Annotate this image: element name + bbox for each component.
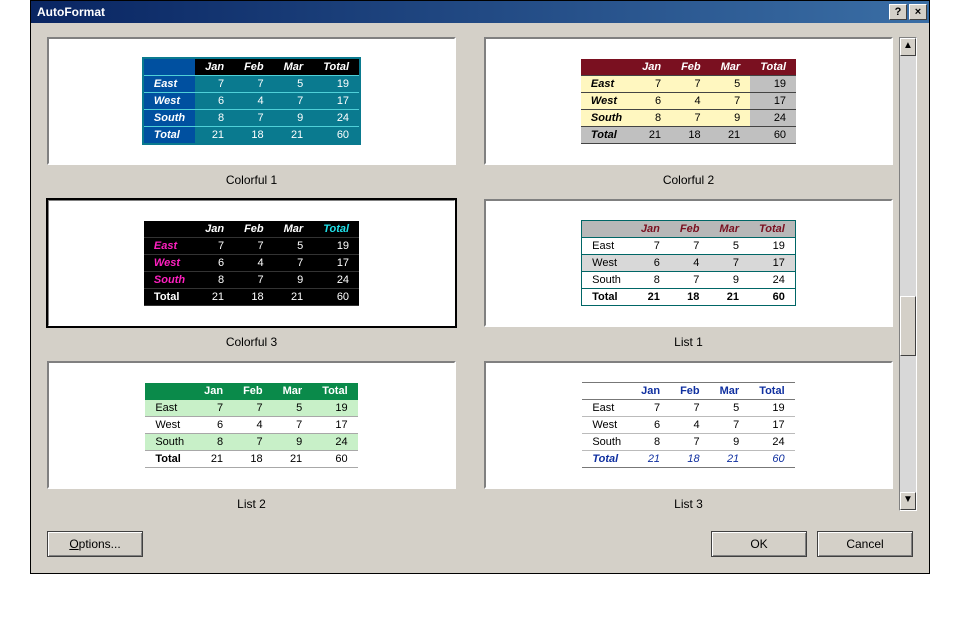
sample-label: Colorful 2: [663, 173, 714, 187]
sample-label: Colorful 3: [226, 335, 277, 349]
sample-preview[interactable]: JanFebMarTotalEast77519West64717South879…: [484, 37, 893, 165]
scroll-track[interactable]: [900, 56, 916, 492]
sample-label: List 1: [674, 335, 703, 349]
sample-colorful3[interactable]: JanFebMarTotalEast77519West64717South879…: [47, 199, 456, 349]
options-button[interactable]: Options...: [47, 531, 143, 557]
sample-preview[interactable]: JanFebMarTotalEast77519West64717South879…: [47, 37, 456, 165]
sample-list3[interactable]: JanFebMarTotalEast77519West64717South879…: [484, 361, 893, 511]
scroll-thumb[interactable]: [900, 296, 916, 356]
vertical-scrollbar[interactable]: ▲ ▼: [899, 37, 917, 511]
sample-label: List 3: [674, 497, 703, 511]
sample-preview[interactable]: JanFebMarTotalEast77519West64717South879…: [484, 199, 893, 327]
format-gallery: JanFebMarTotalEast77519West64717South879…: [47, 37, 893, 511]
window-title: AutoFormat: [37, 5, 105, 19]
scroll-down-button[interactable]: ▼: [900, 492, 916, 510]
sample-colorful1[interactable]: JanFebMarTotalEast77519West64717South879…: [47, 37, 456, 187]
autoformat-dialog: AutoFormat ? × JanFebMarTotalEast77519We…: [30, 0, 930, 574]
sample-list1[interactable]: JanFebMarTotalEast77519West64717South879…: [484, 199, 893, 349]
sample-list2[interactable]: JanFebMarTotalEast77519West64717South879…: [47, 361, 456, 511]
sample-preview[interactable]: JanFebMarTotalEast77519West64717South879…: [47, 199, 456, 327]
sample-label: Colorful 1: [226, 173, 277, 187]
dialog-buttons: Options... OK Cancel: [31, 525, 929, 573]
scroll-up-button[interactable]: ▲: [900, 38, 916, 56]
sample-preview[interactable]: JanFebMarTotalEast77519West64717South879…: [47, 361, 456, 489]
sample-preview[interactable]: JanFebMarTotalEast77519West64717South879…: [484, 361, 893, 489]
titlebar[interactable]: AutoFormat ? ×: [31, 1, 929, 23]
cancel-button[interactable]: Cancel: [817, 531, 913, 557]
ok-button[interactable]: OK: [711, 531, 807, 557]
close-button[interactable]: ×: [909, 4, 927, 20]
sample-colorful2[interactable]: JanFebMarTotalEast77519West64717South879…: [484, 37, 893, 187]
help-button[interactable]: ?: [889, 4, 907, 20]
sample-label: List 2: [237, 497, 266, 511]
